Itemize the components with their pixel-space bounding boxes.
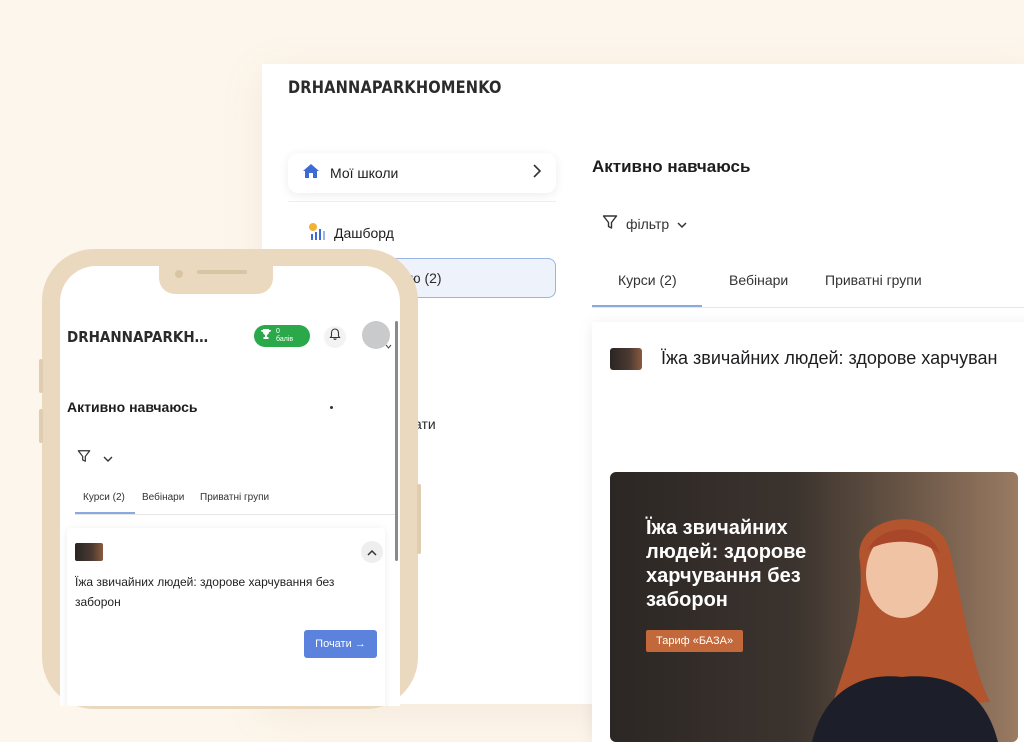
collapse-button[interactable] [361,541,383,563]
camera [175,270,183,278]
school-logo[interactable]: DRHANNAPARKHOMENKO [288,78,502,98]
tab-courses[interactable]: Курси (2) [618,272,677,288]
tabs: Курси (2) Вебінари Приватні групи [592,262,1024,308]
sidebar-divider [288,201,556,202]
tab-private-groups[interactable]: Приватні групи [200,492,269,503]
phone-side-button [417,484,421,554]
school-logo[interactable]: DRHANNAPARKHOMEN... [67,328,211,346]
course-title[interactable]: Їжа звичайних людей: здорове харчуван [661,348,997,369]
filter-icon [602,214,618,233]
tab-webinars[interactable]: Вебінари [142,492,184,503]
phone-side-button [39,359,43,393]
mobile-screen: DRHANNAPARKHOMEN... 0 балів Активно навч… [60,266,400,706]
chevron-down-icon [385,344,392,351]
chevron-up-icon [367,543,377,561]
chevron-down-icon [103,450,113,468]
trophy-icon [260,327,272,345]
tabs: Курси (2) Вебінари Приватні групи [75,488,395,515]
filter-label: фільтр [626,215,670,232]
page-title: Активно навчаюсь [67,399,198,415]
dashboard-icon [306,221,326,244]
filter-icon [77,449,91,468]
tab-webinars[interactable]: Вебінари [729,272,788,288]
banner-headline: Їжа звичайних людей: здорове харчування … [646,517,807,611]
sidebar-item-dashboard[interactable]: Дашборд [306,221,394,244]
sidebar-item-label: Дашборд [334,224,394,241]
speaker [197,270,247,274]
active-tab-indicator [75,512,135,514]
bell-icon [329,328,341,346]
scrollbar[interactable] [395,321,398,561]
start-button[interactable]: Почати → [304,630,377,658]
course-thumbnail [75,543,103,561]
course-thumbnail [610,348,642,370]
points-badge[interactable]: 0 балів [254,325,310,347]
points-text: 0 балів [276,328,293,344]
chevron-down-icon [677,216,687,232]
notifications-button[interactable] [324,326,346,348]
phone-notch [159,264,273,294]
page-title: Активно навчаюсь [592,157,751,176]
tariff-badge: Тариф «БАЗА» [646,630,744,652]
active-tab-indicator [592,305,702,307]
course-card[interactable]: Їжа звичайних людей: здорове харчування … [67,528,385,706]
points-unit: балів [276,336,294,343]
filter-dropdown[interactable]: фільтр [602,214,687,233]
course-banner-image[interactable]: Їжа звичайних людей: здорове харчування … [610,472,1018,742]
home-icon [302,163,320,184]
chevron-right-icon [532,163,542,183]
phone-side-button [39,409,43,443]
points-value: 0 [276,328,280,335]
decorative-dot [330,406,333,409]
tab-private-groups[interactable]: Приватні групи [825,272,922,288]
course-title[interactable]: Їжа звичайних людей: здорове харчування … [75,572,365,612]
sidebar-item-my-schools[interactable]: Мої школи [288,153,556,193]
sidebar-item-label: Мої школи [330,165,399,181]
tab-courses[interactable]: Курси (2) [83,492,125,503]
filter-dropdown[interactable] [77,449,113,468]
course-card[interactable]: Їжа звичайних людей: здорове харчуван Їж… [592,322,1024,742]
